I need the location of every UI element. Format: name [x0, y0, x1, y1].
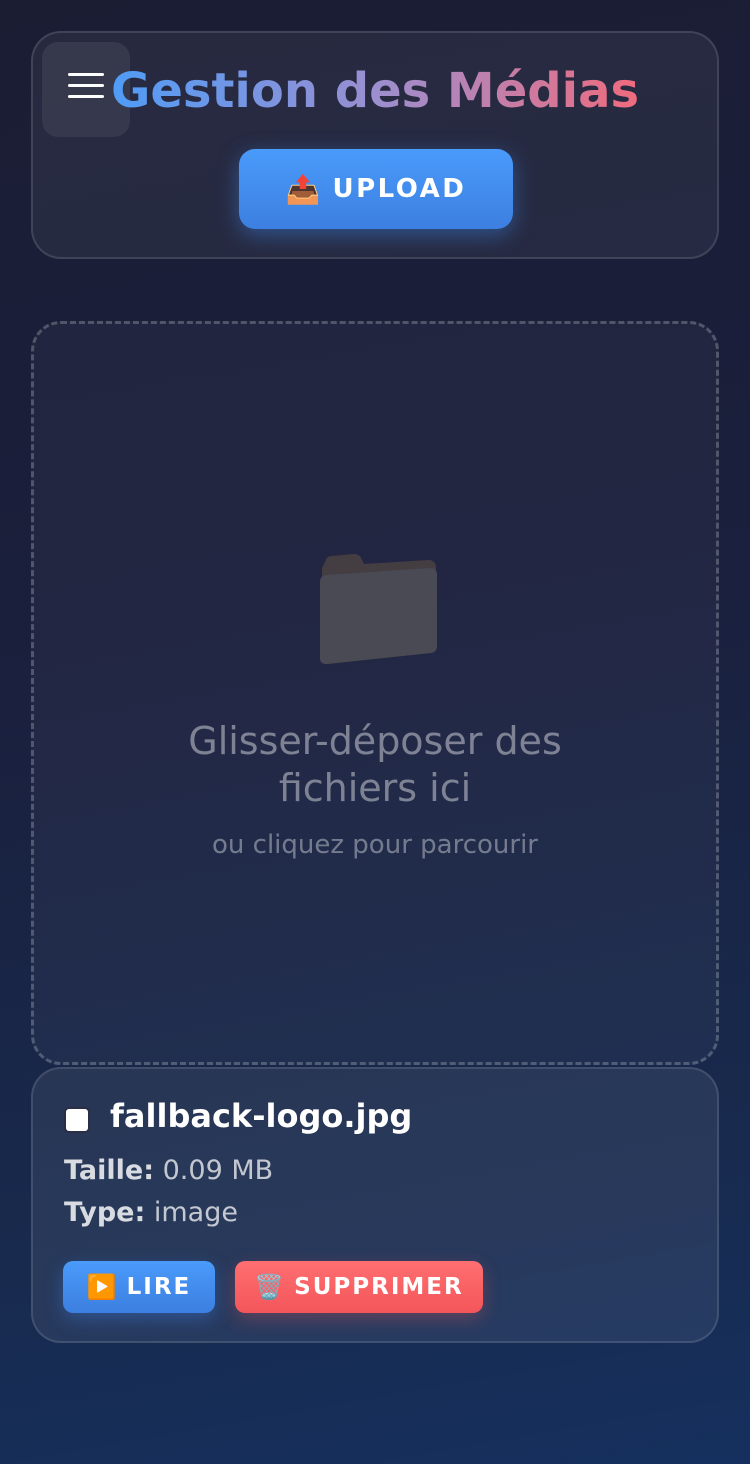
- play-icon: ▶️: [86, 1273, 117, 1301]
- file-size-label: Taille:: [64, 1155, 155, 1186]
- file-name: fallback-logo.jpg: [110, 1097, 413, 1135]
- header-card: Gestion des Médias 📤 UPLOAD: [31, 31, 719, 259]
- file-type-label: Type:: [64, 1197, 146, 1228]
- play-button[interactable]: ▶️ LIRE: [63, 1261, 215, 1313]
- delete-button[interactable]: 🗑️ SUPPRIMER: [235, 1261, 483, 1313]
- file-type-row: Type: image: [64, 1197, 238, 1228]
- upload-button-label: UPLOAD: [332, 174, 467, 204]
- play-button-label: LIRE: [126, 1274, 192, 1300]
- file-type-value: image: [153, 1197, 238, 1228]
- delete-button-label: SUPPRIMER: [294, 1274, 464, 1300]
- file-drop-zone[interactable]: Glisser-déposer des fichiers ici ou cliq…: [31, 321, 719, 1065]
- page-title: Gestion des Médias: [110, 63, 640, 119]
- upload-icon: 📤: [285, 172, 321, 206]
- file-size-row: Taille: 0.09 MB: [64, 1155, 273, 1186]
- dropzone-title: Glisser-déposer des fichiers ici: [188, 719, 562, 810]
- folder-icon: [320, 554, 437, 664]
- trash-icon: 🗑️: [254, 1273, 285, 1301]
- dropzone-subtitle: ou cliquez pour parcourir: [212, 830, 538, 860]
- upload-button[interactable]: 📤 UPLOAD: [239, 149, 513, 229]
- file-select-checkbox[interactable]: [64, 1107, 90, 1133]
- file-card: fallback-logo.jpg Taille: 0.09 MB Type: …: [31, 1067, 719, 1343]
- file-size-value: 0.09 MB: [162, 1155, 274, 1186]
